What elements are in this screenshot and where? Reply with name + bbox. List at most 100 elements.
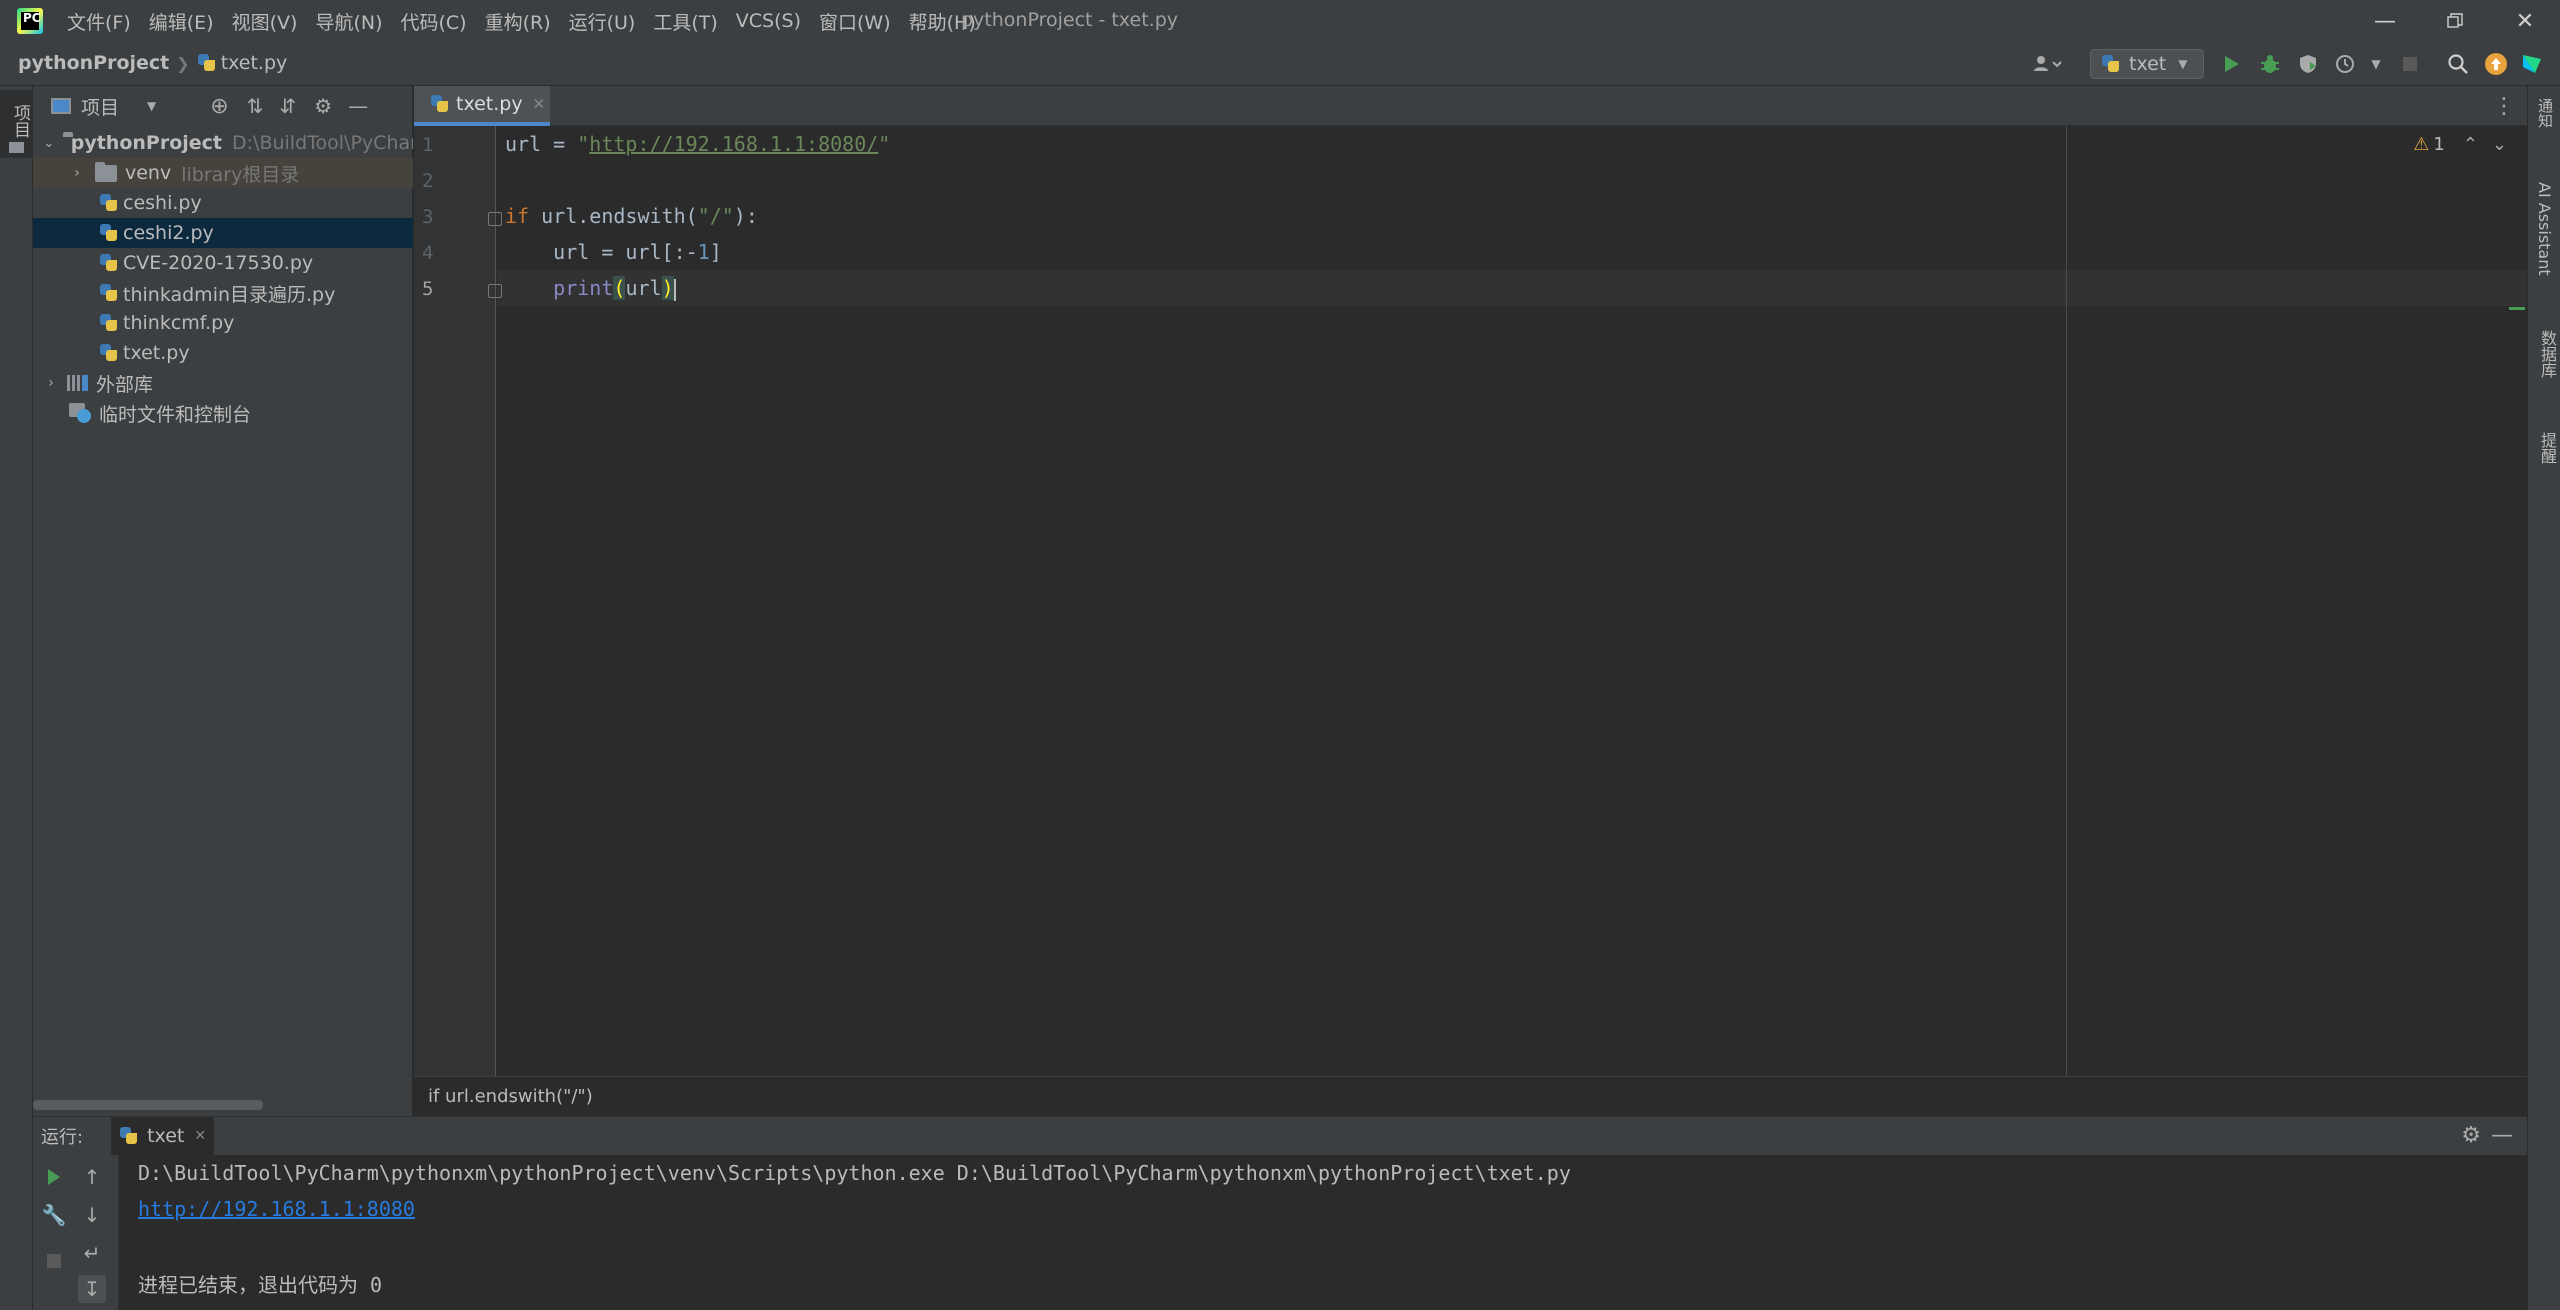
debug-icon[interactable] [2258, 52, 2282, 76]
fold-end-icon[interactable] [488, 284, 502, 298]
more-options-icon[interactable]: ⋮ [2493, 94, 2515, 119]
code-editor[interactable]: 1 2 3 4 5 url = "http://192.168.1.1:8080… [414, 126, 2527, 1076]
hide-panel-icon[interactable]: — [348, 94, 368, 118]
run-output-link[interactable]: http://192.168.1.1:8080 [138, 1197, 415, 1221]
menu-navigate[interactable]: 导航(N) [315, 8, 382, 35]
jetbrains-toolbox-icon[interactable] [2520, 52, 2544, 76]
menu-edit[interactable]: 编辑(E) [149, 8, 214, 35]
tree-item-external-libraries[interactable]: › 外部库 [33, 368, 413, 398]
expand-all-icon[interactable]: ⇅ [247, 94, 264, 118]
tree-item-file[interactable]: thinkadmin目录遍历.py [33, 278, 413, 308]
profile-icon[interactable] [2334, 52, 2358, 76]
code-line: if url.endswith("/"): [505, 204, 758, 228]
chevron-down-icon[interactable]: ▼ [147, 99, 156, 113]
arrow-down-icon[interactable]: ↓ [78, 1201, 106, 1229]
menu-view[interactable]: 视图(V) [232, 8, 298, 35]
project-view-icon [51, 98, 71, 114]
line-number: 2 [422, 170, 434, 192]
line-number: 1 [422, 134, 434, 156]
project-tool-tab[interactable]: 项目 [0, 90, 33, 158]
next-highlight-icon[interactable]: ⌄ [2492, 134, 2507, 155]
menu-file[interactable]: 文件(F) [67, 8, 131, 35]
close-tab-icon[interactable]: ✕ [194, 1128, 206, 1144]
update-icon[interactable] [2484, 52, 2508, 76]
run-icon[interactable] [2220, 52, 2244, 76]
user-icon[interactable] [2028, 52, 2068, 76]
line-number: 3 [422, 206, 434, 228]
tree-item-venv[interactable]: › venv library根目录 [33, 158, 413, 188]
horizontal-scrollbar[interactable] [33, 1100, 263, 1110]
run-tab-txet[interactable]: txet ✕ [111, 1117, 215, 1155]
project-panel: 项目 ▼ ⊕ ⇅ ⇵ ⚙ — ⌄ pythonProject D:\BuildT… [33, 86, 413, 1116]
wrench-icon[interactable]: 🔧 [40, 1201, 68, 1229]
editor-tab-txet[interactable]: txet.py ✕ [414, 86, 550, 126]
tree-item-hint: library根目录 [181, 163, 300, 186]
gear-icon[interactable]: ⚙ [2461, 1123, 2481, 1148]
line-number: 4 [422, 242, 434, 264]
breadcrumb-project[interactable]: pythonProject [18, 52, 169, 74]
run-output-command: D:\BuildTool\PyCharm\pythonxm\pythonProj… [138, 1161, 1571, 1185]
project-panel-title[interactable]: 项目 [81, 93, 119, 120]
chevron-down-icon[interactable]: ⌄ [43, 135, 55, 151]
breadcrumb: pythonProject ❯ txet.py [18, 52, 287, 74]
editor-tab-bar: txet.py ✕ ⋮ [414, 86, 2527, 126]
inspection-widget[interactable]: ⚠ 1 ⌃ ⌄ [2413, 134, 2507, 155]
more-run-chevron-icon[interactable]: ▼ [2364, 52, 2388, 76]
code-url-link[interactable]: http://192.168.1.1:8080/ [589, 132, 878, 156]
coverage-icon[interactable] [2296, 52, 2320, 76]
tree-item-file[interactable]: CVE-2020-17530.py [33, 248, 413, 278]
library-icon [67, 375, 88, 391]
menu-tools[interactable]: 工具(T) [653, 8, 717, 35]
code-breadcrumb[interactable]: if url.endswith("/") [428, 1086, 593, 1107]
menu-run[interactable]: 运行(U) [569, 8, 636, 35]
hide-panel-icon[interactable]: — [2491, 1123, 2513, 1148]
chevron-right-icon[interactable]: › [69, 165, 85, 181]
minimize-icon[interactable]: — [2350, 0, 2420, 42]
menu-vcs[interactable]: VCS(S) [736, 10, 801, 32]
tree-item-file[interactable]: ceshi.py [33, 188, 413, 218]
run-configuration-selector[interactable]: txet ▼ [2090, 49, 2204, 79]
tree-item-label: ceshi.py [123, 192, 202, 214]
previous-highlight-icon[interactable]: ⌃ [2463, 134, 2478, 155]
restore-icon[interactable] [2420, 0, 2490, 42]
tree-root-name: pythonProject [70, 132, 223, 154]
tree-root-project[interactable]: ⌄ pythonProject D:\BuildTool\PyCharm [33, 128, 413, 158]
run-tab-label: txet [147, 1125, 185, 1147]
project-panel-header: 项目 ▼ ⊕ ⇅ ⇵ ⚙ — [33, 86, 413, 126]
notifications-tab[interactable]: 通知 [2535, 98, 2556, 128]
python-file-icon [99, 283, 119, 303]
menu-window[interactable]: 窗口(W) [819, 8, 891, 35]
rerun-icon[interactable] [40, 1163, 68, 1191]
tree-item-scratches[interactable]: 临时文件和控制台 [33, 398, 413, 428]
close-icon[interactable]: ✕ [2490, 0, 2560, 42]
breadcrumb-file[interactable]: txet.py [221, 52, 288, 74]
menu-code[interactable]: 代码(C) [400, 8, 466, 35]
tree-item-file[interactable]: txet.py [33, 338, 413, 368]
python-file-icon [99, 253, 119, 273]
collapse-all-icon[interactable]: ⇵ [279, 94, 296, 118]
menu-refactor[interactable]: 重构(R) [485, 8, 551, 35]
scroll-to-end-icon[interactable]: ↧ [78, 1275, 106, 1303]
chevron-right-icon[interactable]: › [43, 375, 59, 391]
locate-icon[interactable]: ⊕ [210, 94, 228, 119]
chevron-down-icon: ▼ [2178, 57, 2188, 71]
run-tool-window: 运行: txet ✕ ⚙ — ↑ 🔧 ↓ ↵ ↧ D:\BuildTool\Py… [33, 1116, 2527, 1310]
project-tool-label: 项目 [10, 104, 30, 138]
soft-wrap-icon[interactable]: ↵ [78, 1239, 106, 1267]
database-tab[interactable]: 数据库 [2535, 330, 2559, 378]
close-tab-icon[interactable]: ✕ [533, 95, 546, 113]
fold-start-icon[interactable] [488, 212, 502, 226]
warning-icon: ⚠ [2413, 134, 2430, 155]
tree-root-path: D:\BuildTool\PyCharm [232, 132, 413, 154]
folder-icon [95, 161, 117, 182]
reminders-tab[interactable]: 提醒 [2535, 432, 2559, 464]
current-line-highlight [497, 270, 2527, 306]
tree-item-file[interactable]: thinkcmf.py [33, 308, 413, 338]
arrow-up-icon[interactable]: ↑ [78, 1163, 106, 1191]
search-icon[interactable] [2446, 52, 2470, 76]
python-file-icon [99, 223, 119, 243]
stop-icon [40, 1247, 68, 1275]
ai-assistant-tab[interactable]: AI Assistant [2535, 182, 2554, 276]
gear-icon[interactable]: ⚙ [314, 94, 332, 118]
tree-item-file-selected[interactable]: ceshi2.py [33, 218, 413, 248]
